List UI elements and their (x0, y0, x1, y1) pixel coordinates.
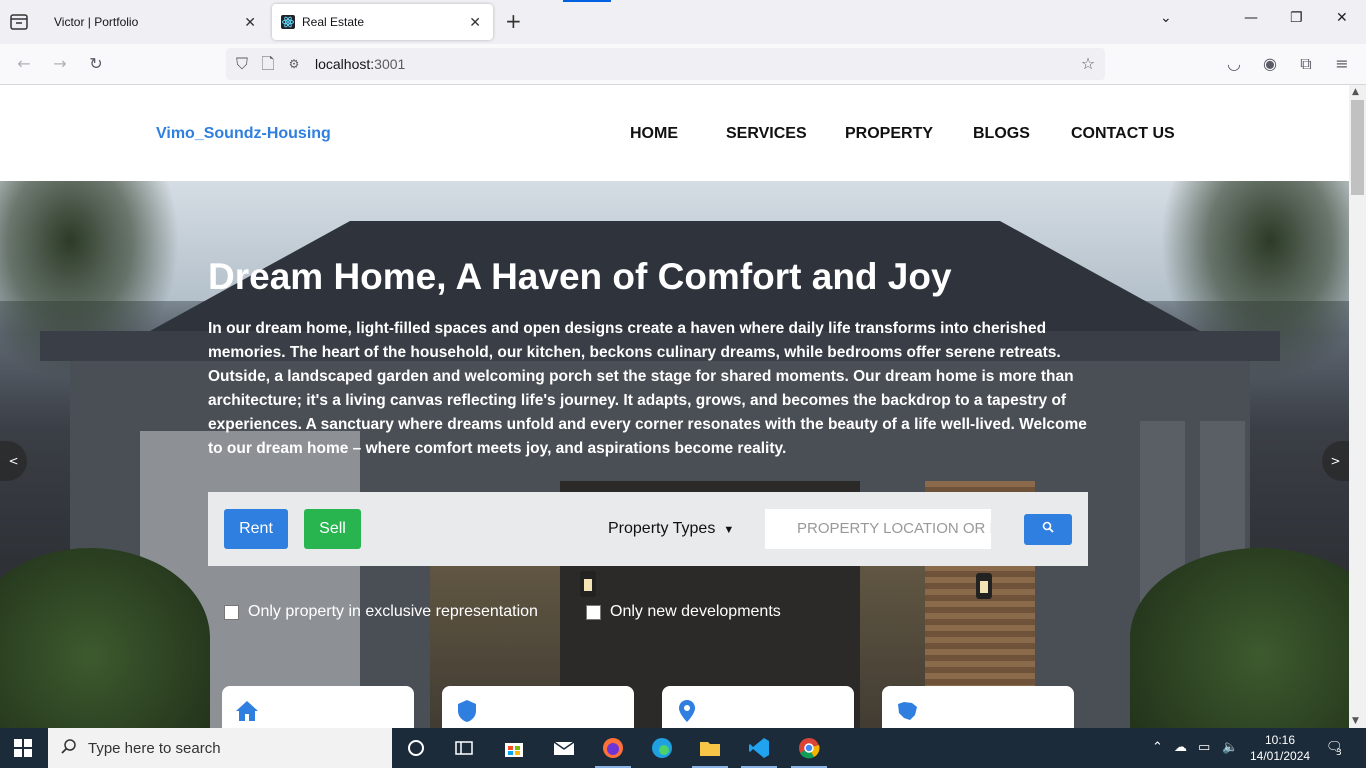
exclusive-representation-checkbox[interactable]: Only property in exclusive representatio… (224, 603, 538, 621)
reload-icon[interactable]: ↻ (86, 54, 106, 74)
url-bar[interactable]: ⛉ 🗋 ⚙ localhost:3001 ☆ (226, 48, 1105, 80)
restore-icon[interactable]: ❐ (1290, 10, 1303, 26)
tab-portfolio[interactable]: Victor | Portfolio ✕ (42, 4, 268, 40)
nav-property[interactable]: PROPERTY (845, 125, 933, 143)
feature-card[interactable] (222, 686, 414, 728)
rent-button[interactable]: Rent (224, 509, 288, 549)
url-port: 3001 (374, 56, 406, 72)
volume-icon[interactable]: 🔈 (1222, 740, 1238, 755)
system-clock[interactable]: 10:16 14/01/2024 (1250, 732, 1310, 764)
url-text[interactable]: localhost:3001 (315, 56, 405, 72)
chevron-down-icon[interactable]: ⌄ (1160, 10, 1172, 26)
home-icon (234, 698, 260, 724)
feature-card[interactable] (882, 686, 1074, 728)
new-developments-checkbox[interactable]: Only new developments (586, 603, 781, 621)
url-host: localhost: (315, 56, 375, 72)
chevron-up-icon[interactable]: ⌃ (1152, 740, 1163, 755)
nav-contact-us[interactable]: CONTACT US (1071, 125, 1175, 143)
tab-title: Victor | Portfolio (54, 15, 139, 29)
new-tab-icon[interactable]: + (505, 11, 522, 31)
checkbox-box[interactable] (586, 604, 601, 620)
close-window-icon[interactable]: ✕ (1336, 10, 1348, 26)
browser-tab-bar: Victor | Portfolio ✕ Real Estate ✕ + ⌄ —… (0, 0, 1366, 44)
task-view-icon[interactable] (452, 736, 476, 760)
windows-taskbar: Type here to search ⌃ ☁ ▭ 🔈 10:16 14/01/… (0, 728, 1366, 768)
sell-button[interactable]: Sell (304, 509, 361, 549)
brand-logo[interactable]: Vimo_Soundz-Housing (156, 125, 331, 143)
nav-services[interactable]: SERVICES (726, 125, 807, 143)
close-icon[interactable]: ✕ (469, 14, 481, 30)
checkbox-label: Only new developments (610, 603, 781, 620)
feature-card[interactable] (442, 686, 634, 728)
location-pin-icon (674, 698, 700, 724)
react-icon (281, 15, 295, 29)
edge-icon[interactable] (650, 736, 674, 760)
permissions-icon[interactable]: ⚙ (284, 54, 304, 74)
carousel-next-button[interactable]: > (1322, 441, 1349, 481)
windows-start-icon[interactable] (14, 739, 32, 757)
battery-icon[interactable]: ▭ (1198, 740, 1210, 755)
mail-icon[interactable] (552, 736, 576, 760)
scrollbar-thumb[interactable] (1351, 100, 1364, 195)
store-icon[interactable] (502, 736, 526, 760)
wall-lamp-image (580, 571, 596, 597)
wall-lamp-image (976, 573, 992, 599)
checkbox-label: Only property in exclusive representatio… (248, 603, 538, 620)
vscode-icon[interactable] (747, 736, 771, 760)
close-icon[interactable]: ✕ (244, 14, 256, 30)
page-icon[interactable]: 🗋 (258, 54, 278, 74)
file-explorer-icon[interactable] (698, 736, 722, 760)
account-icon[interactable]: ◉ (1260, 54, 1280, 74)
shield-icon[interactable]: ⛉ (232, 54, 252, 74)
page-scrollbar[interactable]: ▲ ▼ (1349, 85, 1366, 728)
search-icon (60, 738, 78, 760)
taskbar-search-box[interactable]: Type here to search (48, 728, 392, 768)
search-icon (1042, 521, 1054, 536)
hero-description: In our dream home, light-filled spaces a… (208, 320, 1087, 457)
browser-nav-bar: ← → ↻ ⛉ 🗋 ⚙ localhost:3001 ☆ ◡ ◉ ⧉ ≡ (0, 44, 1366, 85)
menu-icon[interactable]: ≡ (1332, 54, 1352, 74)
clock-time: 10:16 (1264, 733, 1296, 747)
back-icon[interactable]: ← (14, 54, 34, 74)
forward-icon[interactable]: → (50, 54, 70, 74)
hero-title: Dream Home, A Haven of Comfort and Joy (208, 256, 952, 297)
property-types-select[interactable]: Property Types ▼ (608, 520, 734, 538)
tab-real-estate[interactable]: Real Estate ✕ (272, 4, 493, 40)
nav-blogs[interactable]: BLOGS (973, 125, 1030, 143)
shield-icon (454, 698, 480, 724)
chevron-down-icon: ▼ (723, 524, 735, 536)
property-types-label: Property Types (608, 520, 716, 537)
checkbox-box[interactable] (224, 604, 239, 620)
pocket-icon[interactable]: ◡ (1224, 54, 1244, 74)
site-header: Vimo_Soundz-Housing HOME SERVICES PROPER… (0, 85, 1349, 181)
map-region-icon (894, 698, 920, 724)
tab-list-icon[interactable] (8, 11, 30, 33)
carousel-prev-button[interactable]: < (0, 441, 27, 481)
firefox-icon[interactable] (601, 736, 625, 760)
minimize-icon[interactable]: — (1244, 10, 1258, 26)
hero-section: Dream Home, A Haven of Comfort and Joy I… (0, 181, 1349, 728)
feature-card[interactable] (662, 686, 854, 728)
nav-home[interactable]: HOME (630, 125, 678, 143)
search-button[interactable] (1024, 514, 1072, 545)
sound-indicator (563, 0, 611, 2)
extensions-icon[interactable]: ⧉ (1296, 54, 1316, 74)
onedrive-icon[interactable]: ☁ (1174, 740, 1187, 755)
property-search-panel: Rent Sell Property Types ▼ PROPERTY LOCAT… (208, 492, 1088, 566)
cortana-icon[interactable] (404, 736, 428, 760)
clock-date: 14/01/2024 (1250, 749, 1311, 763)
scroll-up-icon[interactable]: ▲ (1352, 87, 1359, 97)
webpage: Vimo_Soundz-Housing HOME SERVICES PROPER… (0, 85, 1349, 728)
notification-count: 3 (1336, 748, 1342, 758)
tab-title: Real Estate (302, 15, 365, 29)
taskbar-search-placeholder: Type here to search (88, 740, 221, 757)
scroll-down-icon[interactable]: ▼ (1352, 716, 1359, 726)
bookmark-star-icon[interactable]: ☆ (1078, 54, 1098, 74)
location-search-input[interactable]: PROPERTY LOCATION OR I (765, 509, 991, 549)
chrome-icon[interactable] (797, 736, 821, 760)
